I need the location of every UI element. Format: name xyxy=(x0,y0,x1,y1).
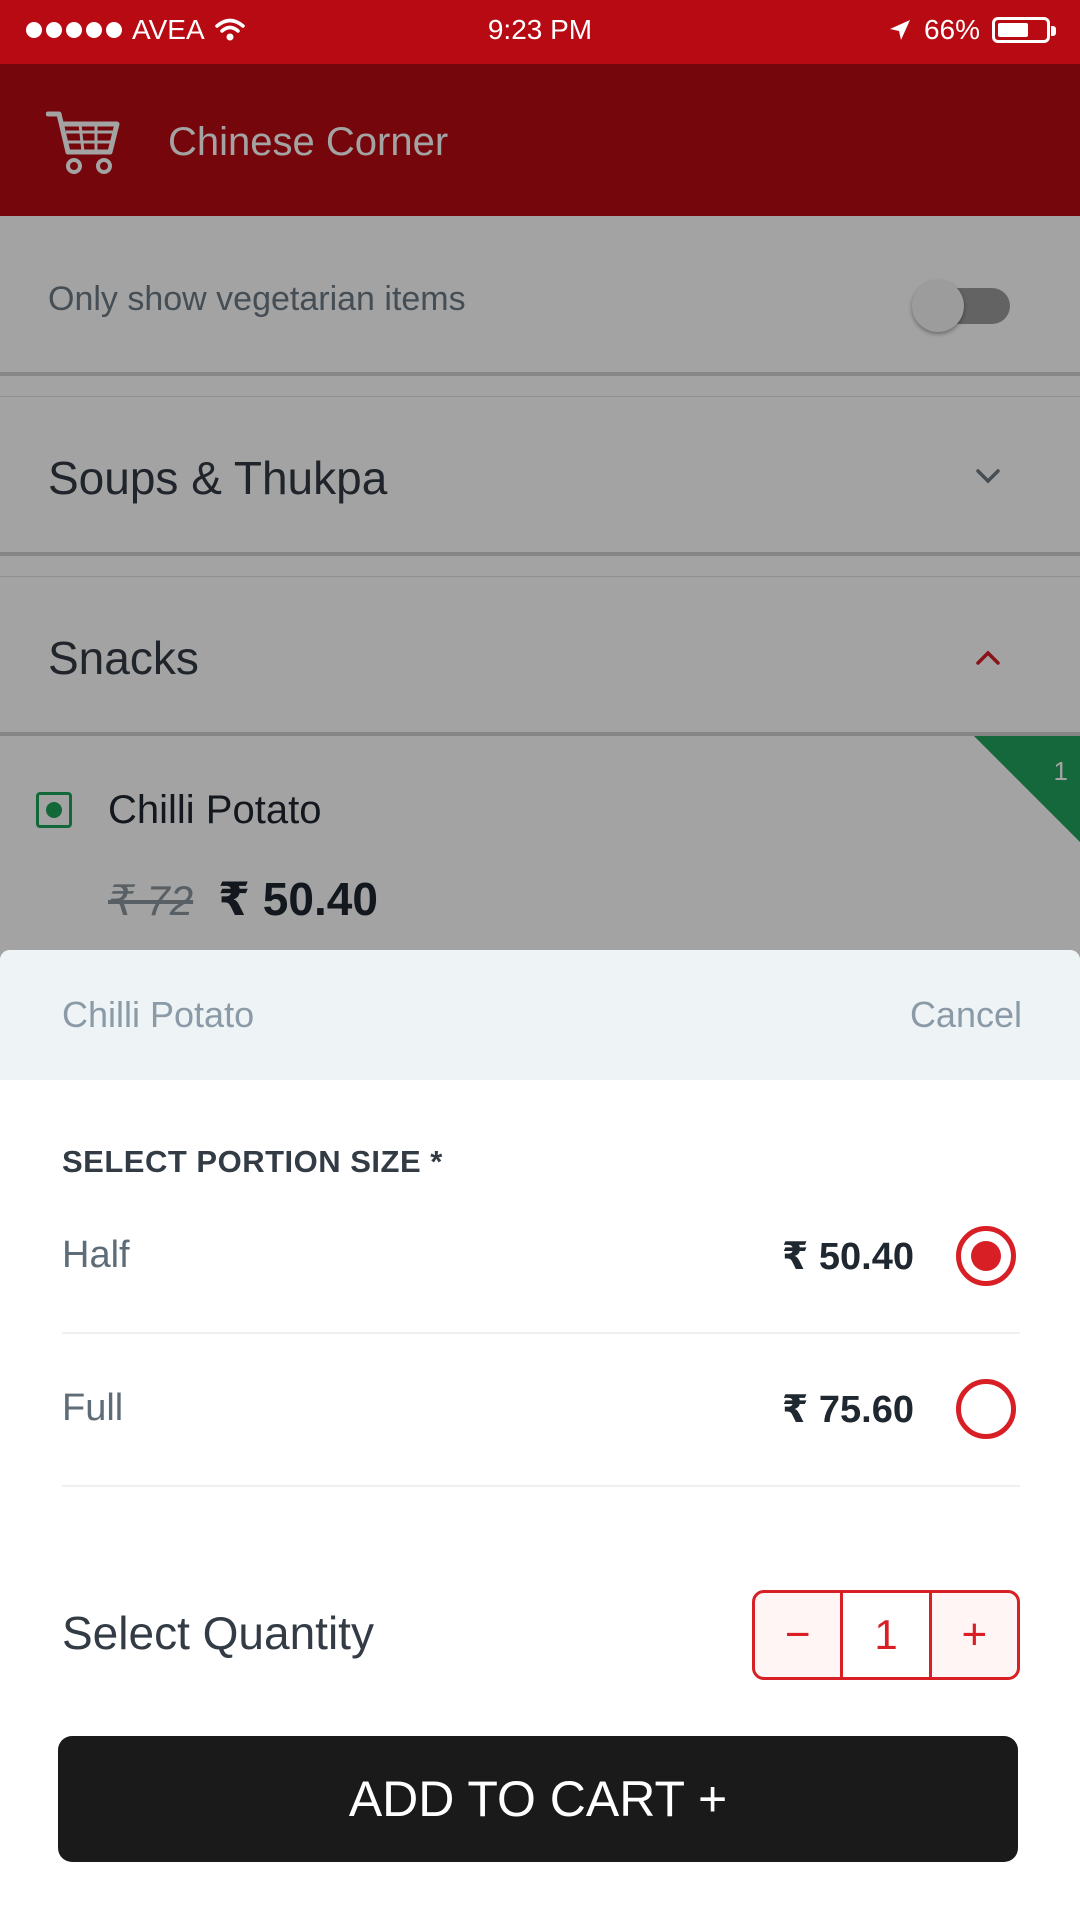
cancel-button[interactable]: Cancel xyxy=(910,994,1022,1036)
decrement-button[interactable]: − xyxy=(755,1593,840,1677)
sheet-header: Chilli Potato Cancel xyxy=(0,950,1080,1080)
increment-button[interactable]: + xyxy=(932,1593,1017,1677)
portion-option-full[interactable]: Full ₹ 75.60 xyxy=(62,1335,1020,1487)
add-to-cart-button[interactable]: ADD TO CART + xyxy=(58,1736,1018,1862)
quantity-value: 1 xyxy=(840,1593,932,1677)
portion-bottom-sheet: Chilli Potato Cancel SELECT PORTION SIZE… xyxy=(0,950,1080,1920)
portion-label: Half xyxy=(62,1234,130,1276)
portion-label: Full xyxy=(62,1387,124,1429)
status-right: 66% xyxy=(888,14,1056,46)
portion-price: ₹ 75.60 xyxy=(781,1389,914,1431)
status-bar: AVEA 9:23 PM 66% xyxy=(0,0,1080,64)
radio-selected-icon[interactable] xyxy=(956,1226,1016,1286)
radio-unselected-icon[interactable] xyxy=(956,1379,1016,1439)
quantity-stepper: − 1 + xyxy=(752,1590,1020,1680)
portion-option-half[interactable]: Half ₹ 50.40 xyxy=(62,1182,1020,1334)
battery-fill xyxy=(998,23,1028,37)
portion-price: ₹ 50.40 xyxy=(781,1236,914,1278)
screen: AVEA 9:23 PM 66% Chinese Corner Only sho… xyxy=(0,0,1080,1920)
location-arrow-icon xyxy=(889,20,910,40)
quantity-label: Select Quantity xyxy=(62,1607,374,1659)
battery-icon xyxy=(992,17,1056,43)
portion-heading: SELECT PORTION SIZE * xyxy=(62,1144,443,1179)
battery-percent: 66% xyxy=(923,14,980,45)
sheet-title: Chilli Potato xyxy=(62,994,255,1035)
